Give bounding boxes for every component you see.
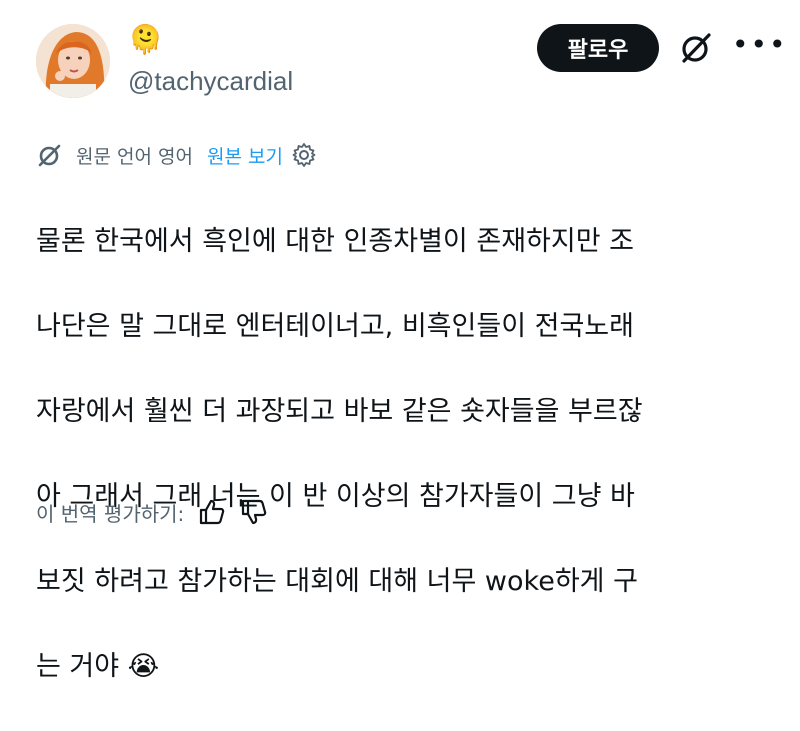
avatar[interactable] [36,24,110,98]
display-name[interactable]: 🫠 [128,22,163,58]
show-original-link[interactable]: 원본 보기 [207,142,283,169]
tweet-text: 물론 한국에서 흑인에 대한 인종차별이 존재하지만 조 나단은 말 그대로 엔… [36,178,786,731]
translate-icon [38,144,61,167]
tweet-line: 는 거야 😭 [36,650,160,682]
rate-translation-bar: 이 번역 평가하기: [36,496,268,528]
translation-label: 원문 언어 영어 [76,145,193,168]
thumbs-down-icon[interactable] [240,498,268,526]
grok-icon[interactable] [676,28,716,68]
thumbs-up-icon[interactable] [198,498,226,526]
translation-bar: 원문 언어 영어 원본 보기 [36,140,317,170]
gear-icon[interactable] [291,142,317,168]
tweet-line: 보짓 하려고 참가하는 대회에 대해 너무 woke하게 구 [36,565,638,597]
tweet-line: 나단은 말 그대로 엔터테이너고, 비흑인들이 전국노래 [36,310,634,342]
user-handle[interactable]: @tachycardial [128,64,293,98]
rate-translation-label: 이 번역 평가하기: [36,501,185,526]
more-options-icon[interactable]: ••• [732,30,786,66]
tweet-line: 자랑에서 훨씬 더 과장되고 바보 같은 숏자들을 부르잖 [36,395,643,427]
follow-button[interactable]: 팔로우 [537,24,659,72]
avatar-image [36,24,110,98]
tweet-line: 물론 한국에서 흑인에 대한 인종차별이 존재하지만 조 [36,225,634,257]
